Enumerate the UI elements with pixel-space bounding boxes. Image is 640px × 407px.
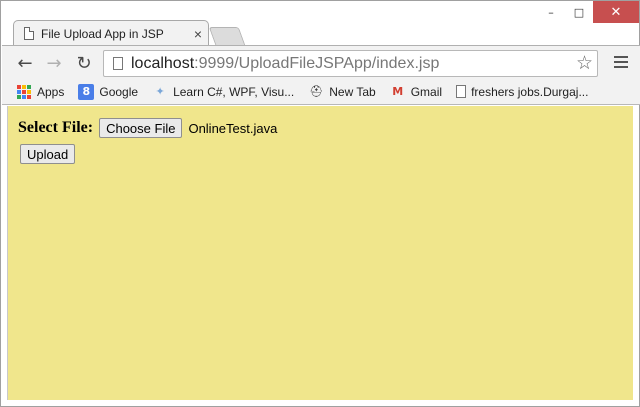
url-text: localhost:9999/UploadFileJSPApp/index.js… [131,55,439,73]
page-content: Select File: Choose File OnlineTest.java… [7,106,633,400]
bookmark-label: Gmail [410,84,443,99]
gmail-icon: M [392,85,404,98]
bookmark-google[interactable]: 8 Google [78,83,139,100]
page-icon [456,85,467,98]
reload-icon[interactable]: ↻ [73,52,95,74]
bookmark-learn[interactable]: ✦ Learn C#, WPF, Visu... [152,84,294,100]
tab-close-icon[interactable]: × [188,26,208,42]
bookmark-freshers[interactable]: freshers jobs.Durgaj... [456,85,588,99]
upload-form: Select File: Choose File OnlineTest.java… [18,118,277,164]
newtab-icon: ⛑ [309,85,324,98]
select-file-label: Select File: [18,119,94,136]
bookmarks-bar: Apps 8 Google ✦ Learn C#, WPF, Visu... ⛑… [2,79,640,105]
bookmark-star-icon[interactable]: ☆ [576,52,593,74]
file-select-row: Select File: Choose File OnlineTest.java [18,118,277,138]
submit-row: Upload [20,144,277,164]
url-path: :9999/UploadFileJSPApp/index.jsp [194,54,440,72]
chosen-file-name: OnlineTest.java [188,120,278,136]
window-controls: – □ ✕ [537,1,639,23]
bookmark-label: Google [99,84,139,99]
bookmark-label: New Tab [329,84,376,99]
back-arrow-icon[interactable]: ← [14,52,36,74]
bookmark-label: freshers jobs.Durgaj... [471,84,589,99]
page-icon [24,27,34,40]
forward-arrow-icon[interactable]: → [43,52,65,74]
menu-icon[interactable] [614,52,628,68]
minimize-button[interactable]: – [537,1,565,23]
navigation-toolbar: ← → ↻ localhost:9999/UploadFileJSPApp/in… [2,45,640,79]
upload-button[interactable]: Upload [20,144,76,164]
google-icon: 8 [78,83,95,100]
new-tab-button[interactable] [208,27,246,45]
bookmark-apps[interactable]: Apps [16,84,64,100]
page-icon [113,57,123,70]
choose-file-button[interactable]: Choose File [99,118,183,138]
apps-grid-icon [16,84,32,100]
close-window-button[interactable]: ✕ [593,1,639,23]
url-host: localhost [131,54,195,72]
bookmark-label: Apps [37,84,65,99]
tab-title: File Upload App in JSP [41,26,164,41]
address-bar[interactable]: localhost:9999/UploadFileJSPApp/index.js… [103,50,598,77]
title-bar: – □ ✕ File Upload App in JSP × [1,1,639,46]
maximize-button[interactable]: □ [565,1,593,23]
bookmark-gmail[interactable]: M Gmail [390,84,442,100]
learn-icon: ✦ [155,85,165,98]
tab-active[interactable]: File Upload App in JSP × [13,20,209,46]
bookmark-label: Learn C#, WPF, Visu... [173,84,295,99]
bookmark-newtab[interactable]: ⛑ New Tab [308,84,375,100]
browser-window: – □ ✕ File Upload App in JSP × ← → ↻ loc… [0,0,640,407]
